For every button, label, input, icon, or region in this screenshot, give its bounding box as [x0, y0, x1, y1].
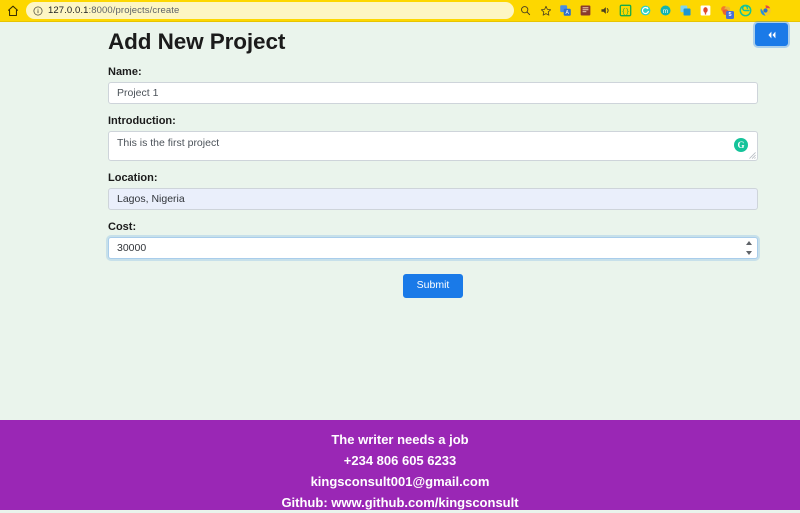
home-icon[interactable] [3, 1, 23, 21]
introduction-label: Introduction: [108, 115, 758, 127]
submit-row: Submit [108, 274, 758, 298]
translate-extension-icon[interactable]: A [556, 1, 575, 20]
footer-line-email: kingsconsult001@gmail.com [0, 471, 800, 492]
dictionary-extension-icon[interactable] [576, 1, 595, 20]
location-label: Location: [108, 172, 758, 184]
json-viewer-extension-icon[interactable]: {} [616, 1, 635, 20]
chrome-profile-avatar[interactable] [756, 1, 775, 20]
cost-number-spinner[interactable] [745, 241, 753, 255]
url-host: 127.0.0.1 [48, 5, 89, 16]
field-group-cost: Cost: [108, 221, 758, 259]
double-chevron-left-icon [766, 30, 778, 40]
speaker-extension-icon[interactable] [596, 1, 615, 20]
submit-button[interactable]: Submit [403, 274, 464, 298]
mailtrack-extension-icon[interactable]: m [656, 1, 675, 20]
scribe-extension-badge: 5 [726, 11, 734, 19]
scribe-extension-icon[interactable]: 5 [716, 1, 735, 20]
copy-extension-icon[interactable] [676, 1, 695, 20]
site-footer: The writer needs a job +234 806 605 6233… [0, 420, 800, 510]
password-extension-icon[interactable] [696, 1, 715, 20]
field-group-location: Location: [108, 172, 758, 210]
grammarly-icon[interactable]: G [734, 138, 748, 152]
name-label: Name: [108, 66, 758, 78]
cost-input[interactable] [108, 237, 758, 259]
spinner-down-icon[interactable] [746, 251, 752, 255]
url-bar[interactable]: 127.0.0.1:8000/projects/create [26, 2, 514, 19]
spinner-up-icon[interactable] [746, 241, 752, 245]
bookmark-star-icon[interactable] [536, 1, 555, 20]
footer-line-tagline: The writer needs a job [0, 429, 800, 450]
footer-line-phone: +234 806 605 6233 [0, 450, 800, 471]
sync-refresh-extension-icon[interactable] [636, 1, 655, 20]
browser-toolbar: 127.0.0.1:8000/projects/create A [0, 0, 800, 22]
introduction-input-wrap: G [108, 131, 758, 161]
svg-text:{}: {} [622, 8, 630, 15]
url-path: :8000/projects/create [89, 5, 180, 16]
zoom-search-icon[interactable] [516, 1, 535, 20]
svg-text:m: m [663, 8, 668, 15]
browser-action-icons: A {} [516, 1, 775, 20]
info-circle-icon [33, 6, 43, 16]
field-group-name: Name: [108, 66, 758, 104]
cost-input-wrap [108, 237, 758, 259]
url-text: 127.0.0.1:8000/projects/create [48, 5, 179, 16]
grammarly-extension-icon[interactable] [736, 1, 755, 20]
name-input[interactable] [108, 82, 758, 104]
form-container: Add New Project Name: Introduction: G Lo… [108, 22, 758, 298]
back-button[interactable] [755, 23, 788, 46]
introduction-textarea[interactable] [108, 131, 758, 161]
page-title: Add New Project [108, 22, 758, 55]
field-group-introduction: Introduction: G [108, 115, 758, 161]
cost-label: Cost: [108, 221, 758, 233]
location-input[interactable] [108, 188, 758, 210]
